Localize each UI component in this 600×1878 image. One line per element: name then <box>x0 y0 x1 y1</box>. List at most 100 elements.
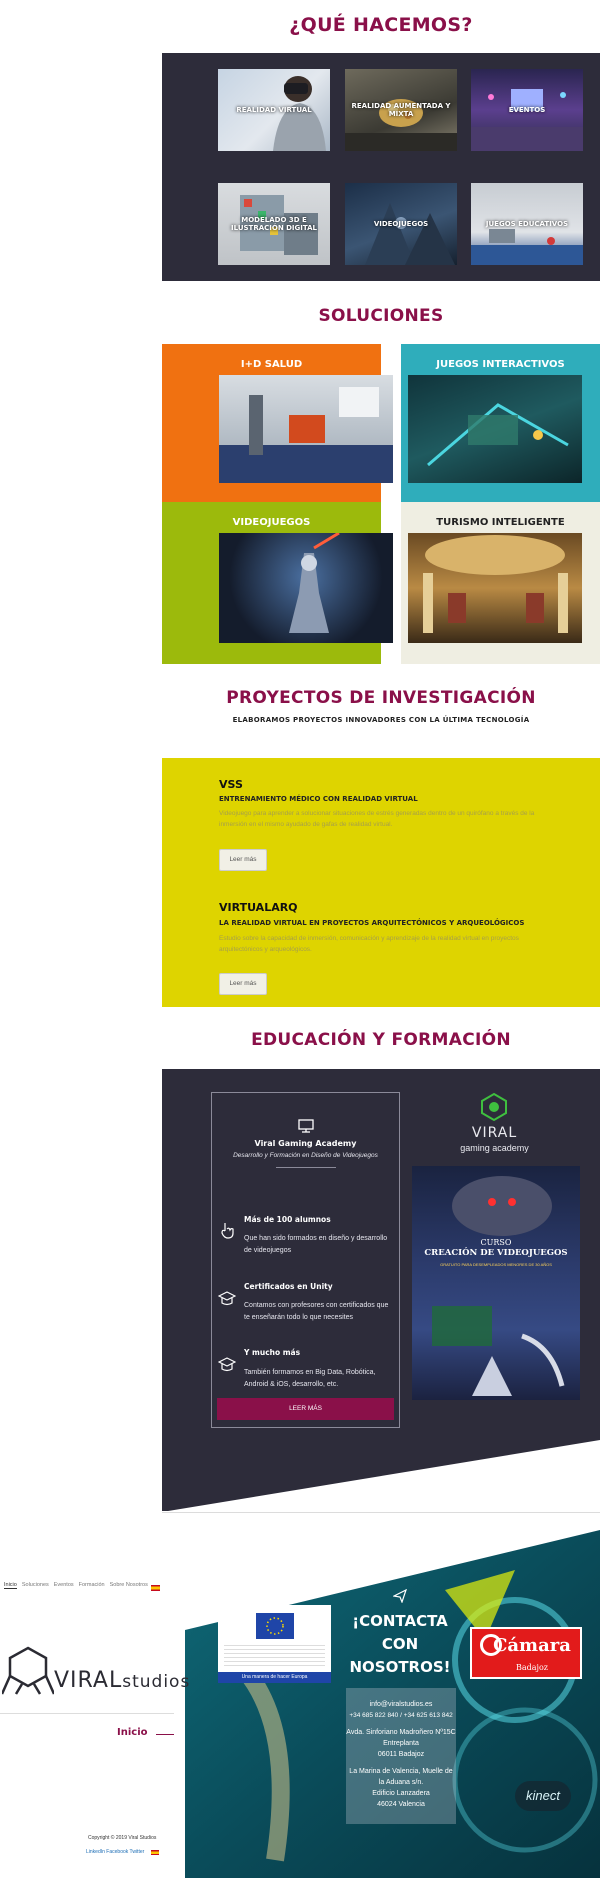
camara-city: Badajoz <box>515 1663 549 1672</box>
eu-caption: Una manera de hacer Europa <box>218 1672 331 1683</box>
videojuegos-art <box>289 533 340 633</box>
poster-note: GRATUITO PARA DESEMPLEADOS MENORES DE 30… <box>440 1262 552 1267</box>
monitor-icon <box>298 1119 314 1133</box>
divider <box>276 1167 336 1168</box>
feature-title: Más de 100 alumnos <box>244 1215 331 1224</box>
nav-link-inicio[interactable]: Inicio <box>4 1582 17 1589</box>
brand-studios: studios <box>122 1672 191 1692</box>
virtualarq-read-more-button[interactable]: Leer más <box>219 973 267 995</box>
turismo-photo <box>423 535 568 633</box>
footer-divider <box>0 1713 174 1714</box>
paper-plane-icon <box>393 1589 407 1603</box>
nav-link-sobre-nosotros[interactable]: Sobre Nosotros <box>110 1582 148 1588</box>
project-description: Videojuego para aprender a solucionar si… <box>219 810 535 828</box>
spain-flag-icon[interactable] <box>151 1585 160 1591</box>
course-poster[interactable]: CURSO CREACIÓN DE VIDEOJUEGOS GRATUITO P… <box>412 1166 580 1400</box>
service-label: REALIDAD VIRTUAL <box>236 106 312 114</box>
juegos-interactivos-photo <box>427 403 569 467</box>
solucion-label: VIDEOJUEGOS <box>232 517 311 528</box>
service-modelado-3d[interactable]: MODELADO 3D E ILUSTRACIÓN DIGITAL <box>218 183 330 265</box>
contact-box: info@viralstudios.es +34 685 822 840 / +… <box>346 1688 456 1824</box>
copyright: Copyright © 2019 Viral Studios <box>88 1835 157 1841</box>
services-grid: REALIDAD VIRTUAL REALIDAD AUMENTADA Y MI… <box>162 53 600 281</box>
turismo-image <box>408 533 582 643</box>
address-line: 06011 Badajoz <box>377 1751 425 1758</box>
project-name: VSS <box>219 778 243 791</box>
contact-phones[interactable]: +34 685 822 840 / +34 625 613 842 <box>346 1710 456 1721</box>
service-label: JUEGOS EDUCATIVOS <box>485 220 569 228</box>
service-label: EVENTOS <box>508 106 546 114</box>
hand-pointer-icon <box>221 1223 234 1239</box>
solucion-salud[interactable]: I+D SALUD <box>162 344 393 502</box>
section-divider <box>162 1440 600 1512</box>
videojuegos-image <box>219 533 393 643</box>
soluciones-title: SOLUCIONES <box>318 306 444 326</box>
graduation-cap-icon <box>218 1291 236 1306</box>
academy-card: Viral Gaming Academy Desarrollo y Formac… <box>211 1092 400 1428</box>
educacion-title: EDUCACIÓN Y FORMACIÓN <box>251 1030 511 1050</box>
leer-mas-button[interactable]: LEER MÁS <box>217 1398 394 1420</box>
eu-badge: Una manera de hacer Europa <box>218 1605 331 1683</box>
feature-text: Que han sido formados en diseño y desarr… <box>244 1235 388 1254</box>
viral-studios-logo-icon <box>2 1646 54 1695</box>
salud-photo <box>219 387 393 483</box>
graduation-cap-icon <box>218 1357 236 1372</box>
solucion-turismo[interactable]: TURISMO INTELIGENTE <box>401 502 600 664</box>
proyectos-subtitle: ELABORAMOS PROYECTOS INNOVADORES CON LA … <box>232 716 530 724</box>
salud-image <box>219 375 393 483</box>
address-line: 46024 Valencia <box>377 1801 425 1808</box>
service-label: VIDEOJUEGOS <box>373 220 429 228</box>
feature-text: Contamos con profesores con certificados… <box>244 1302 389 1321</box>
nav-link-eventos[interactable]: Eventos <box>54 1582 74 1588</box>
spain-flag-icon <box>151 1850 159 1855</box>
kinect-logo: kinect <box>515 1781 571 1811</box>
juegos-interactivos-image <box>408 375 582 483</box>
projects-section: VSS ENTRENAMIENTO MÉDICO CON REALIDAD VI… <box>162 758 600 1007</box>
service-juegos-educativos[interactable]: JUEGOS EDUCATIVOS <box>471 183 583 265</box>
address-line: Avda. Sinforiano Madroñero Nº15C <box>346 1729 456 1736</box>
footer-inicio-line <box>156 1734 174 1735</box>
poster-art <box>432 1176 565 1396</box>
solucion-juegos-interactivos[interactable]: JUEGOS INTERACTIVOS <box>401 344 600 502</box>
address-line: La Marina de Valencia, Muelle de la Adua… <box>349 1768 453 1786</box>
address-line: Edificio Lanzadera <box>372 1790 430 1797</box>
academy-logo-sub: gaming academy <box>460 1143 529 1153</box>
social-links[interactable]: LinkedIn Facebook Twitter <box>86 1849 144 1855</box>
contact-email[interactable]: info@viralstudios.es <box>346 1699 456 1710</box>
que-hacemos-title: ¿QUÉ HACEMOS? <box>289 14 473 36</box>
project-name: VIRTUALARQ <box>219 901 298 914</box>
academy-card-subtitle: Desarrollo y Formación en Diseño de Vide… <box>233 1152 378 1159</box>
solucion-label: I+D SALUD <box>240 359 303 370</box>
project-subtitle: ENTRENAMIENTO MÉDICO CON REALIDAD VIRTUA… <box>219 795 418 803</box>
eu-text-block <box>224 1645 325 1667</box>
address-line: Entreplanta <box>383 1740 419 1747</box>
poster-headline: CREACIÓN DE VIDEOJUEGOS <box>424 1248 568 1258</box>
service-realidad-virtual[interactable]: REALIDAD VIRTUAL <box>218 69 330 151</box>
nav-link-soluciones[interactable]: Soluciones <box>22 1582 49 1588</box>
viral-studios-wordmark: VIRALstudios <box>54 1668 190 1693</box>
service-videojuegos[interactable]: VIDEOJUEGOS <box>345 183 457 265</box>
solucion-label: JUEGOS INTERACTIVOS <box>436 359 565 370</box>
academy-card-title: Viral Gaming Academy <box>254 1139 357 1148</box>
proyectos-title: PROYECTOS DE INVESTIGACIÓN <box>226 688 536 708</box>
service-realidad-aumentada[interactable]: REALIDAD AUMENTADA Y MIXTA <box>345 69 457 151</box>
feature-title: Certificados en Unity <box>244 1282 333 1291</box>
feature-text: También formamos en Big Data, Robótica, … <box>244 1369 376 1388</box>
academy-logo-icon <box>481 1092 507 1122</box>
section-separator <box>162 1512 600 1513</box>
project-subtitle: LA REALIDAD VIRTUAL EN PROYECTOS ARQUITE… <box>219 919 525 927</box>
contact-title: ¡CONTACTA CON NOSOTROS! <box>349 1612 451 1676</box>
poster-curso: CURSO <box>480 1238 512 1247</box>
nav-link-formacion[interactable]: Formación <box>79 1582 105 1588</box>
service-eventos[interactable]: EVENTOS <box>471 69 583 151</box>
camara-badge: Cámara Badajoz <box>470 1627 582 1679</box>
footer-inicio-link[interactable]: Inicio <box>117 1727 148 1738</box>
service-label: REALIDAD AUMENTADA Y MIXTA <box>351 102 451 118</box>
brand-viral: VIRAL <box>54 1668 123 1693</box>
eu-flag-icon <box>256 1613 294 1639</box>
academy-logo-name: VIRAL <box>471 1125 518 1141</box>
solucion-videojuegos[interactable]: VIDEOJUEGOS <box>162 502 393 664</box>
vss-read-more-button[interactable]: Leer más <box>219 849 267 871</box>
page: ¿QUÉ HACEMOS? REALIDAD VIRTUAL REALIDAD … <box>0 0 600 1878</box>
project-description: Estudio sobre la capacidad de inmersión,… <box>219 935 519 953</box>
